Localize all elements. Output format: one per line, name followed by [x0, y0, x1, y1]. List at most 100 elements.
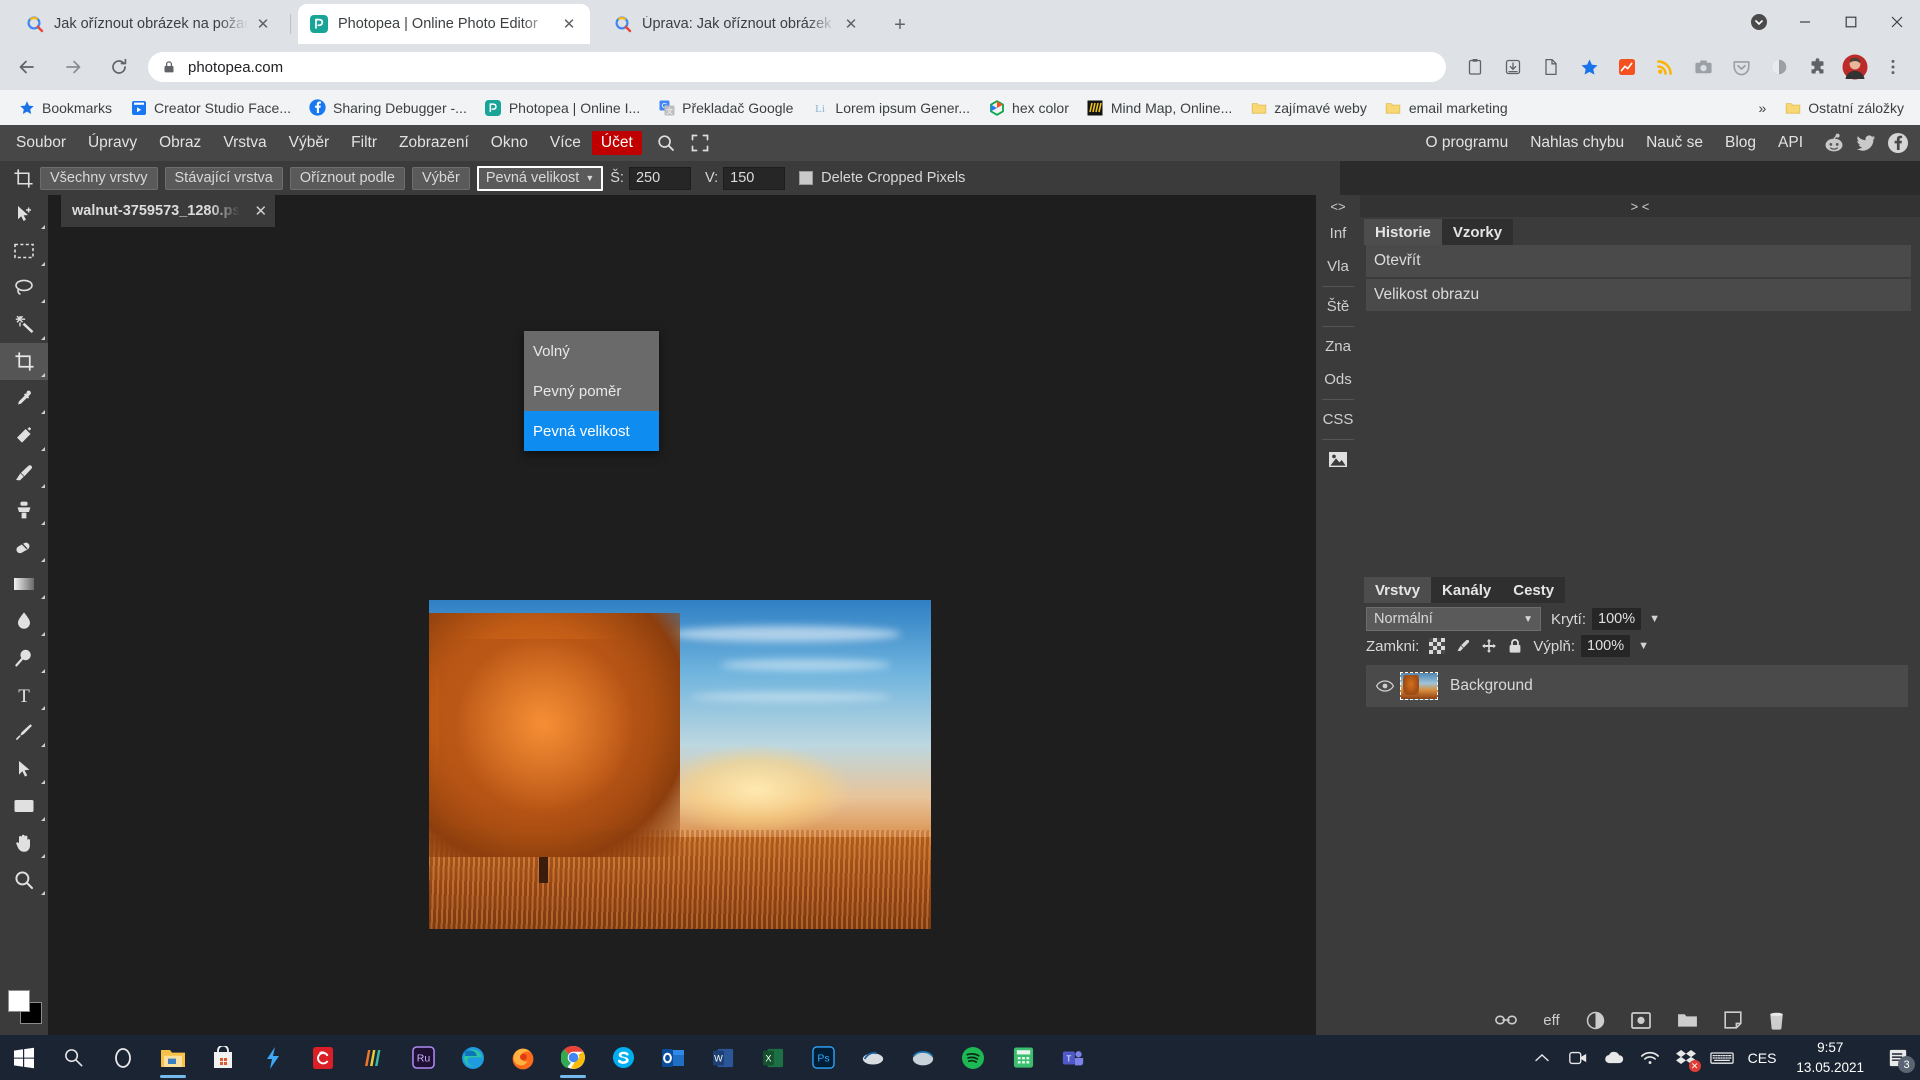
close-icon[interactable]: ✕ — [254, 202, 267, 220]
clone-stamp-icon[interactable] — [0, 491, 48, 528]
lasso-icon[interactable] — [0, 269, 48, 306]
reload-icon[interactable] — [102, 50, 136, 84]
delete-layer-icon[interactable] — [1768, 1011, 1785, 1030]
panel-tab-css[interactable]: CSS — [1316, 403, 1360, 436]
panel-tab-zna[interactable]: Zna — [1316, 330, 1360, 363]
layer-name[interactable]: Background — [1450, 677, 1533, 695]
cortana-icon[interactable] — [98, 1035, 148, 1080]
spot-healing-icon[interactable] — [0, 417, 48, 454]
option-all-layers[interactable]: Všechny vrstvy — [40, 166, 158, 190]
menu-nahlas-chybu[interactable]: Nahlas chybu — [1519, 131, 1635, 155]
option-crop-by[interactable]: Oříznout podle — [289, 166, 405, 190]
menu-o-programu[interactable]: O programu — [1414, 131, 1519, 155]
layer-mask-icon[interactable] — [1630, 1011, 1651, 1029]
menu-blog[interactable]: Blog — [1714, 131, 1767, 155]
new-tab-button[interactable]: + — [886, 11, 914, 39]
close-icon[interactable]: ✕ — [252, 13, 274, 35]
outlook-icon[interactable] — [648, 1035, 698, 1080]
bookmark-photopea[interactable]: Photopea | Online I... — [477, 95, 648, 121]
new-layer-icon[interactable] — [1724, 1011, 1742, 1029]
windows-start-icon[interactable] — [0, 1035, 48, 1080]
tab-vrstvy[interactable]: Vrstvy — [1364, 577, 1432, 603]
microsoft-store-icon[interactable] — [198, 1035, 248, 1080]
chrome-menu-icon[interactable] — [1877, 51, 1909, 83]
bookmark-creator-studio[interactable]: Creator Studio Face... — [122, 95, 299, 121]
panel-tab-inf[interactable]: Inf — [1316, 217, 1360, 250]
crop-mode-dropdown[interactable]: Volný Pevný poměr Pevná velikost — [524, 331, 659, 451]
clock[interactable]: 9:57 13.05.2021 — [1784, 1038, 1876, 1077]
option-selection[interactable]: Výběr — [411, 166, 470, 190]
menu-soubor[interactable]: Soubor — [5, 131, 77, 155]
close-icon[interactable]: ✕ — [558, 13, 580, 35]
language-indicator[interactable]: CES — [1740, 1050, 1785, 1066]
account-button[interactable]: Účet — [591, 131, 642, 155]
spotify-icon[interactable] — [948, 1035, 998, 1080]
action-center-icon[interactable]: 3 — [1876, 1035, 1920, 1080]
rectangular-marquee-icon[interactable] — [0, 232, 48, 269]
all-lock-icon[interactable] — [1507, 638, 1523, 654]
rss-extension-icon[interactable] — [1649, 51, 1681, 83]
eyedropper-icon[interactable] — [0, 380, 48, 417]
close-button[interactable] — [1874, 0, 1920, 44]
excel-icon[interactable]: X — [748, 1035, 798, 1080]
download-icon[interactable] — [1497, 51, 1529, 83]
menu-filtr[interactable]: Filtr — [340, 131, 388, 155]
other-bookmarks-button[interactable]: Ostatní záložky — [1776, 95, 1912, 121]
dropdown-option-volny[interactable]: Volný — [524, 331, 659, 371]
tab-kanaly[interactable]: Kanály — [1431, 577, 1503, 603]
file-explorer-icon[interactable] — [148, 1035, 198, 1080]
new-group-icon[interactable] — [1677, 1012, 1698, 1028]
type-tool-icon[interactable]: T — [0, 676, 48, 713]
chevron-up-icon[interactable] — [1524, 1035, 1560, 1080]
path-select-icon[interactable] — [0, 750, 48, 787]
browser-tab-1[interactable]: Jak oříznout obrázek na požadov ✕ — [14, 4, 284, 44]
skype-icon[interactable] — [598, 1035, 648, 1080]
width-input[interactable]: 250 — [628, 166, 691, 190]
wondershare-icon[interactable] — [348, 1035, 398, 1080]
firefox-icon[interactable] — [498, 1035, 548, 1080]
blend-mode-select[interactable]: Normální ▼ — [1366, 607, 1541, 631]
menu-upravy[interactable]: Úpravy — [77, 131, 148, 155]
blur-drop-icon[interactable] — [0, 602, 48, 639]
tab-historie[interactable]: Historie — [1364, 219, 1442, 245]
chart-extension-icon[interactable] — [1611, 51, 1643, 83]
menu-vice[interactable]: Více — [539, 131, 592, 155]
transparency-lock-icon[interactable] — [1429, 638, 1446, 654]
fullscreen-icon[interactable] — [688, 131, 712, 155]
minimize-button[interactable] — [1782, 0, 1828, 44]
camera-extension-icon[interactable] — [1687, 51, 1719, 83]
chrome-icon[interactable] — [548, 1035, 598, 1080]
option-current-layer[interactable]: Stávající vrstva — [164, 166, 283, 190]
shape-tool-icon[interactable] — [0, 787, 48, 824]
eraser-icon[interactable] — [0, 528, 48, 565]
hand-tool-icon[interactable] — [0, 824, 48, 861]
calculator-icon[interactable] — [998, 1035, 1048, 1080]
keyboard-icon[interactable] — [1704, 1035, 1740, 1080]
browser-tab-2[interactable]: Photopea | Online Photo Editor ✕ — [298, 4, 590, 44]
pen-tool-icon[interactable] — [0, 713, 48, 750]
menu-vyber[interactable]: Výběr — [278, 131, 341, 155]
chevron-down-icon[interactable] — [1736, 0, 1782, 44]
menu-vrstva[interactable]: Vrstva — [212, 131, 277, 155]
twitter-icon[interactable] — [1854, 131, 1878, 155]
edge-icon[interactable] — [448, 1035, 498, 1080]
bookmark-lorem-ipsum[interactable]: Li Lorem ipsum Gener... — [803, 95, 978, 121]
address-bar[interactable]: photopea.com — [148, 52, 1446, 82]
move-tool-icon[interactable] — [0, 195, 48, 232]
photoshop-icon[interactable]: Ps — [798, 1035, 848, 1080]
brush-lock-icon[interactable] — [1455, 638, 1471, 654]
facebook-icon[interactable] — [1886, 131, 1910, 155]
puzzle-extensions-icon[interactable] — [1801, 51, 1833, 83]
adjustment-layer-icon[interactable] — [1586, 1011, 1605, 1030]
reddit-icon[interactable] — [1822, 131, 1846, 155]
back-icon[interactable] — [10, 50, 44, 84]
chevron-down-icon[interactable]: ▼ — [1638, 640, 1649, 652]
search-icon[interactable] — [48, 1035, 98, 1080]
delete-cropped-pixels-checkbox[interactable] — [799, 171, 814, 185]
crop-mode-select[interactable]: Pevná velikost ▼ — [476, 165, 604, 191]
word-icon[interactable]: W — [698, 1035, 748, 1080]
document-tab[interactable]: walnut-3759573_1280.ps ✕ — [61, 195, 276, 227]
image-icon[interactable] — [1316, 443, 1360, 476]
teams-icon[interactable]: T — [1048, 1035, 1098, 1080]
link-layers-icon[interactable] — [1495, 1013, 1518, 1027]
